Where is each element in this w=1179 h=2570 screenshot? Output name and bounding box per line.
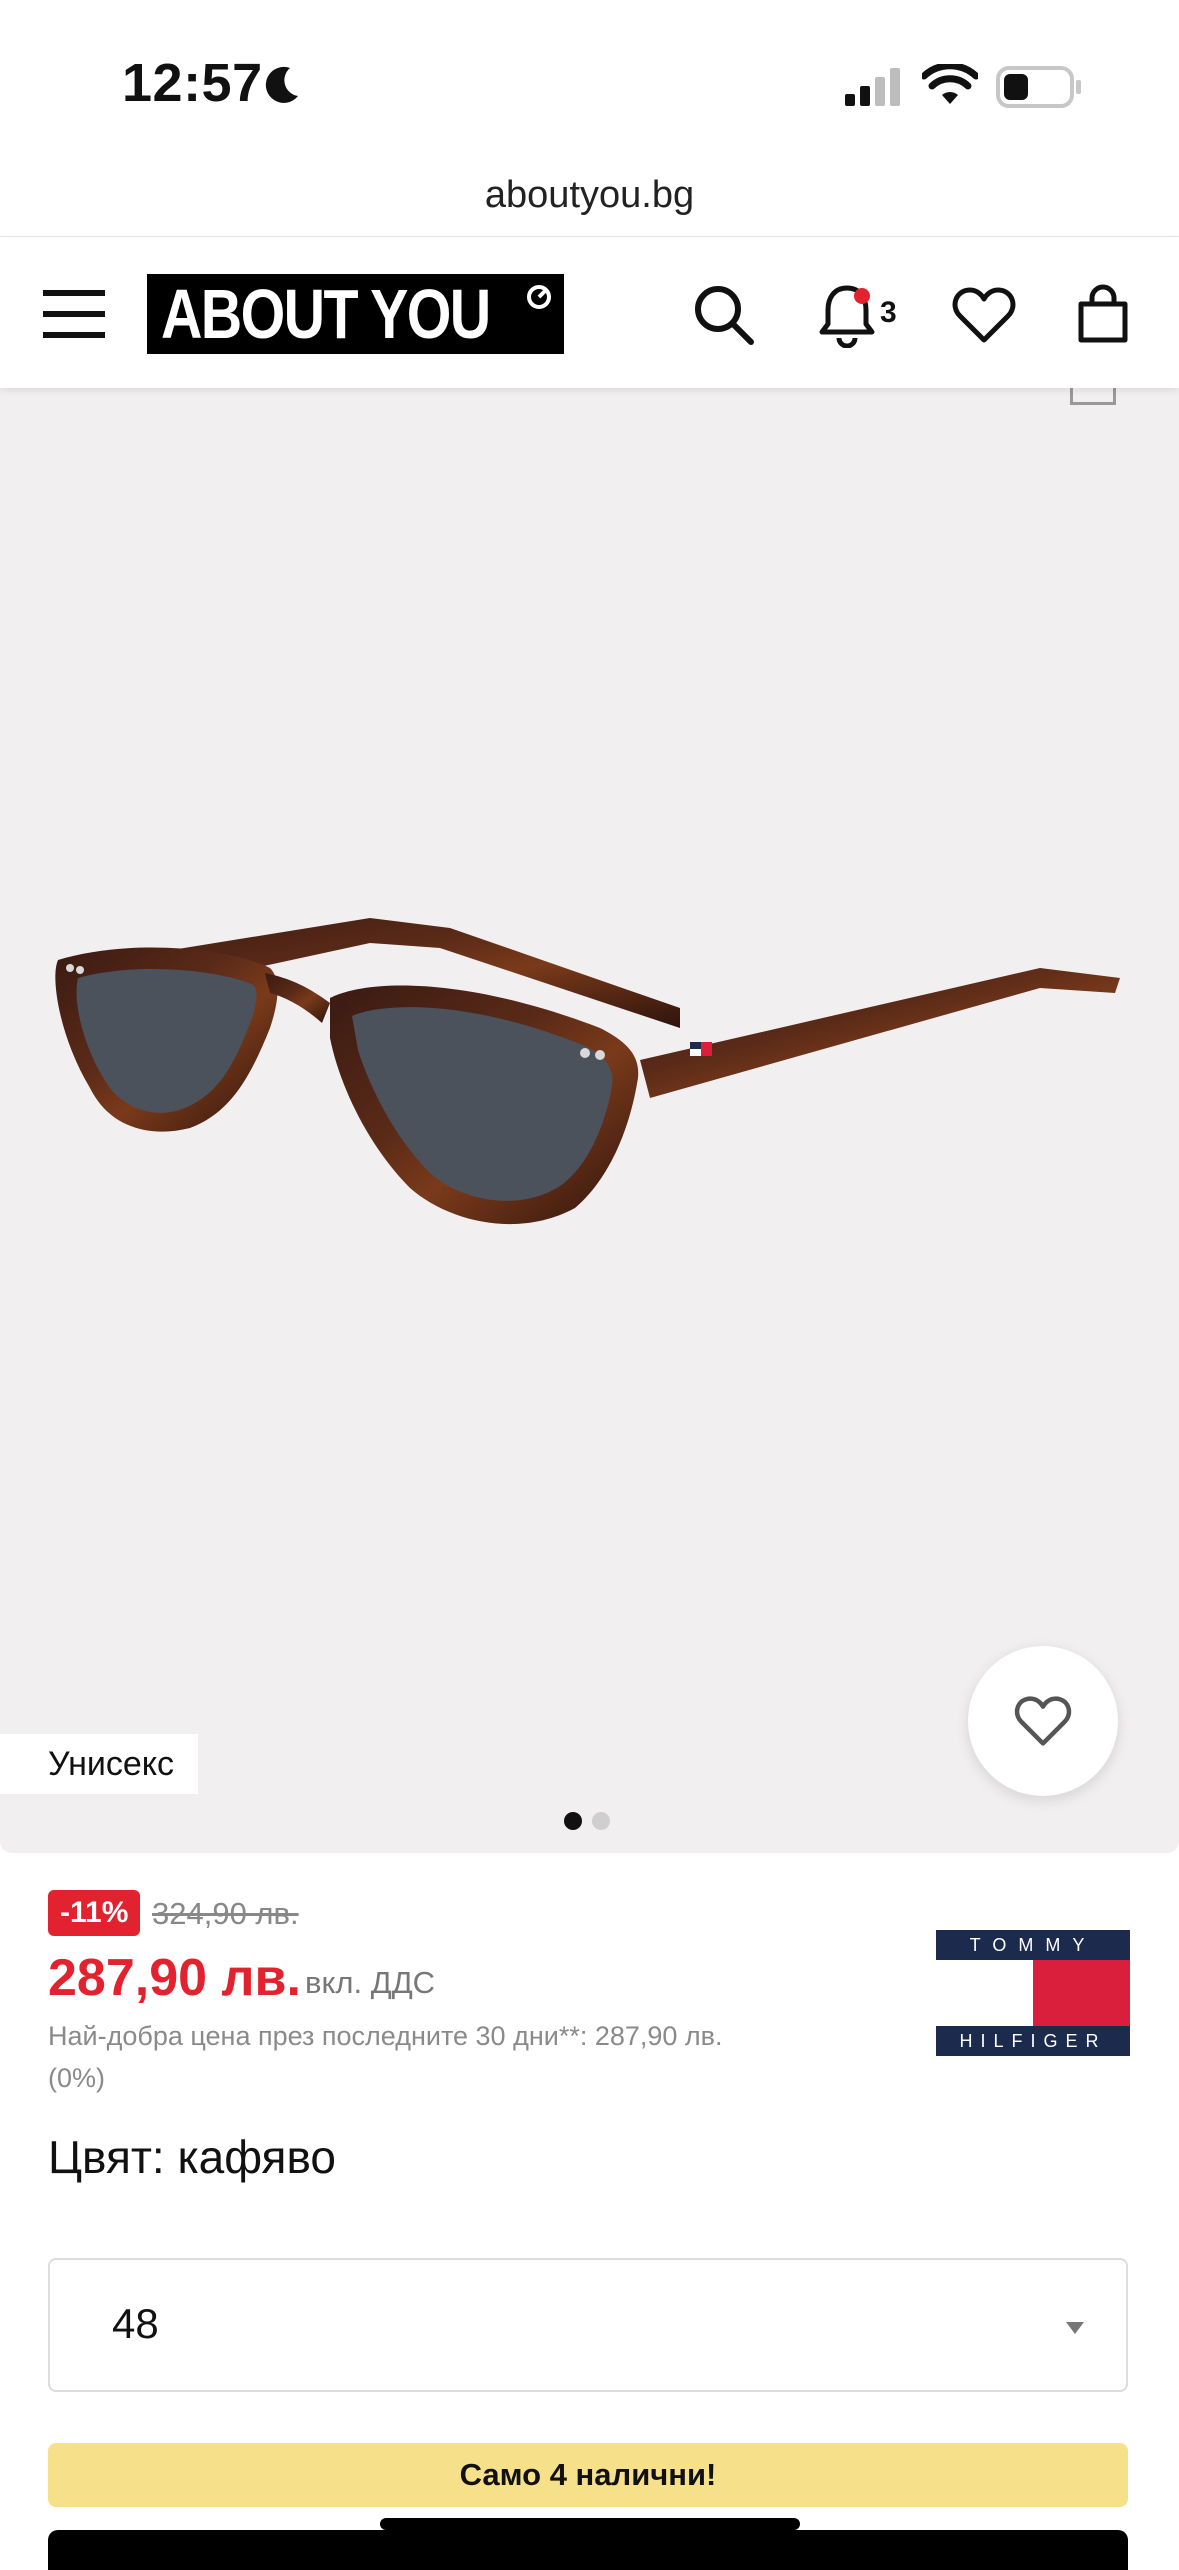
add-to-wishlist-button[interactable]: [968, 1646, 1118, 1796]
discount-badge: -11%: [48, 1890, 141, 1936]
logo-text: ABOUT YOU: [161, 275, 491, 353]
best-price-note: Най-добра цена през последните 30 дни**:…: [48, 2021, 723, 2093]
dropdown-arrow-icon: [1066, 2322, 1084, 2334]
size-selected-value: 48: [112, 2300, 159, 2347]
tommy-hilfiger-brand-logo[interactable]: TOMMY HILFIGER: [936, 1930, 1130, 2056]
low-stock-banner: Само 4 налични!: [48, 2443, 1128, 2507]
gender-badge: Унисекс: [0, 1734, 199, 1794]
notification-count: 3: [880, 296, 897, 329]
heart-icon: [1014, 1696, 1072, 1746]
add-to-cart-button[interactable]: [48, 2530, 1128, 2570]
pagination-dot-active[interactable]: [564, 1812, 582, 1830]
battery-icon: [996, 66, 1081, 108]
moon-icon: [265, 66, 298, 103]
site-header: ABOUT YOU 3: [0, 238, 1179, 388]
wishlist-heart-icon[interactable]: [952, 286, 1016, 344]
old-price: 324,90 лв.: [152, 1896, 299, 1931]
brand-top-text: TOMMY: [970, 1935, 1097, 1955]
home-indicator[interactable]: [380, 2518, 800, 2530]
cellular-signal-icon: [845, 68, 900, 106]
color-label: Цвят: кафяво: [48, 2131, 336, 2183]
size-select[interactable]: 48: [48, 2258, 1128, 2392]
status-time: 12:57: [122, 53, 263, 113]
product-gallery[interactable]: Унисекс: [0, 388, 1179, 1853]
pagination-dot[interactable]: [592, 1812, 610, 1830]
notification-dot: [854, 288, 870, 304]
gallery-expand-icon[interactable]: [1070, 388, 1116, 405]
current-price: 287,90 лв.: [48, 1949, 301, 2007]
shopping-bag-icon[interactable]: [1075, 282, 1131, 346]
vat-note: вкл. ДДС: [305, 1965, 436, 2000]
browser-url-bar[interactable]: aboutyou.bg: [0, 150, 1179, 237]
logo-circle-icon: [526, 285, 551, 309]
sunglasses-product-image: [55, 918, 1120, 1225]
about-you-logo[interactable]: ABOUT YOU: [147, 274, 564, 354]
search-icon[interactable]: [693, 284, 755, 346]
gallery-pagination: [564, 1812, 610, 1830]
wifi-icon: [922, 64, 978, 104]
url-text[interactable]: aboutyou.bg: [0, 174, 1179, 217]
hamburger-menu-icon[interactable]: [43, 288, 105, 340]
brand-bottom-text: HILFIGER: [959, 2031, 1106, 2051]
status-bar: 12:57: [0, 0, 1179, 150]
